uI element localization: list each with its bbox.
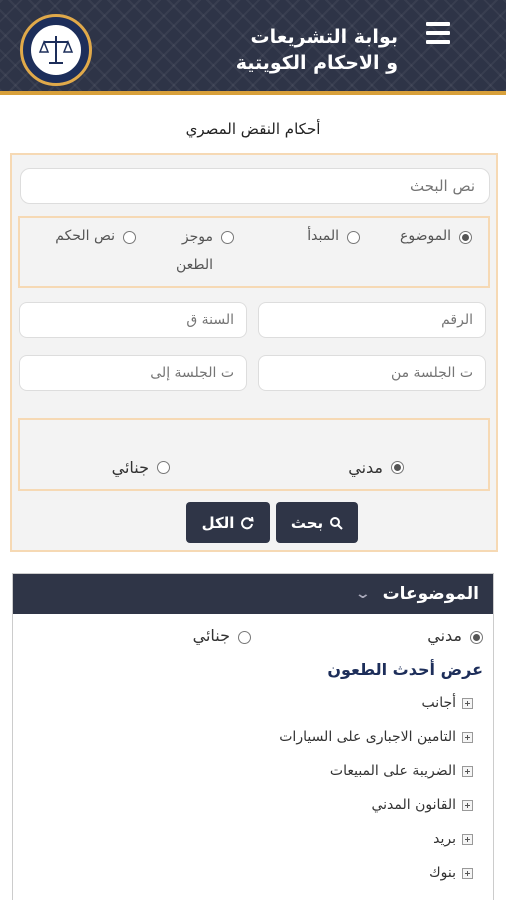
topics-radio-civil-label: مدني: [427, 626, 462, 645]
tree-item-label: بريد: [433, 831, 456, 847]
radio-civil-label: مدني: [348, 458, 383, 477]
radio-summary-dot[interactable]: [221, 231, 234, 244]
number-input[interactable]: [258, 302, 486, 338]
expand-plus-icon[interactable]: [462, 833, 473, 845]
court-type-group: مدني جنائي: [18, 418, 490, 491]
tree-item-label: التامين الاجبارى على السيارات: [279, 729, 456, 745]
refresh-icon: [241, 516, 255, 529]
app-title: بوابة التشريعات و الاحكام الكويتية: [236, 24, 398, 76]
topics-tree: أجانب التامين الاجبارى على السيارات الضر…: [279, 686, 473, 890]
topics-panel: الموضوعات ⌄ مدني جنائي عرض أحدث الطعون أ…: [12, 573, 494, 900]
radio-subject-label: الموضوع: [400, 228, 451, 244]
year-input[interactable]: [19, 302, 247, 338]
tree-item-label: القانون المدني: [371, 797, 456, 813]
tree-item[interactable]: أجانب: [279, 686, 473, 720]
app-title-line2: و الاحكام الكويتية: [235, 52, 398, 74]
chevron-down-icon: ⌄: [354, 586, 371, 602]
radio-principle[interactable]: المبدأ: [307, 228, 360, 244]
topics-header[interactable]: الموضوعات ⌄: [13, 574, 493, 614]
topics-radio-criminal[interactable]: جنائي: [193, 626, 251, 645]
tree-item[interactable]: بنوك: [279, 856, 473, 890]
radio-civil[interactable]: مدني: [348, 458, 404, 477]
topics-radio-civil-dot[interactable]: [470, 630, 483, 644]
tree-item[interactable]: الضريبة على المبيعات: [279, 754, 473, 788]
all-button-label: الكل: [201, 513, 235, 532]
tree-item-label: الضريبة على المبيعات: [329, 763, 456, 779]
tree-item-label: بنوك: [429, 865, 456, 881]
radio-subject[interactable]: الموضوع: [400, 228, 472, 244]
radio-ruling-text[interactable]: نص الحكم: [55, 228, 136, 244]
search-type-group: الموضوع المبدأ موجز الطعن نص الحكم: [18, 216, 490, 288]
expand-plus-icon[interactable]: [462, 799, 473, 811]
tree-item-label: أجانب: [421, 695, 456, 711]
topics-title: الموضوعات: [382, 584, 479, 604]
radio-ruling-text-dot[interactable]: [123, 231, 136, 244]
all-button[interactable]: الكل: [186, 502, 270, 543]
radio-principle-dot[interactable]: [347, 231, 360, 244]
radio-criminal-label: جنائي: [111, 458, 149, 477]
search-button[interactable]: بحث: [276, 502, 358, 543]
topics-radio-criminal-label: جنائي: [192, 626, 230, 645]
tree-item[interactable]: بريد: [279, 822, 473, 856]
topics-radio-civil[interactable]: مدني: [427, 626, 483, 645]
page-title: أحكام النقض المصري: [185, 120, 321, 138]
topics-radio-criminal-dot[interactable]: [238, 630, 251, 644]
radio-summary-label: موجز الطعن: [175, 229, 213, 273]
expand-plus-icon[interactable]: [462, 765, 473, 777]
hamburger-menu-icon[interactable]: [426, 22, 450, 44]
expand-plus-icon[interactable]: [462, 697, 473, 709]
radio-principle-label: المبدأ: [307, 228, 339, 244]
app-title-line1: بوابة التشريعات: [250, 26, 398, 48]
search-icon: [330, 516, 343, 530]
search-text-input[interactable]: [20, 168, 490, 204]
tree-item[interactable]: التامين الاجبارى على السيارات: [279, 720, 473, 754]
latest-appeals-link[interactable]: عرض أحدث الطعون: [327, 660, 483, 679]
tree-item[interactable]: القانون المدني: [279, 788, 473, 822]
radio-subject-dot[interactable]: [459, 231, 472, 244]
radio-criminal[interactable]: جنائي: [112, 458, 170, 477]
session-date-to-input[interactable]: [19, 355, 247, 391]
radio-criminal-dot[interactable]: [157, 461, 170, 474]
scales-of-justice-logo: [20, 14, 92, 86]
session-date-from-input[interactable]: [258, 355, 486, 391]
app-header: بوابة التشريعات و الاحكام الكويتية: [0, 0, 506, 95]
radio-summary[interactable]: موجز الطعن: [174, 228, 234, 279]
expand-plus-icon[interactable]: [462, 731, 473, 743]
expand-plus-icon[interactable]: [462, 867, 473, 879]
search-panel: الموضوع المبدأ موجز الطعن نص الحكم مدني …: [10, 153, 498, 552]
radio-civil-dot[interactable]: [391, 461, 404, 474]
search-button-label: بحث: [290, 513, 324, 532]
radio-ruling-text-label: نص الحكم: [55, 228, 115, 244]
